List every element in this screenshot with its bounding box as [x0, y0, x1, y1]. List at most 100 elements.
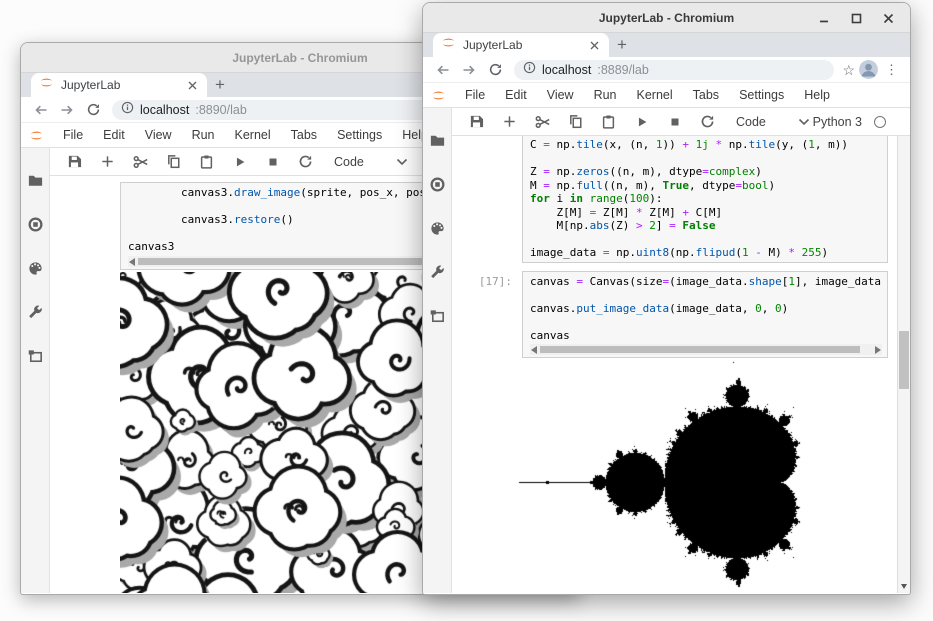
- save-icon[interactable]: [58, 148, 91, 176]
- restart-icon[interactable]: [289, 148, 322, 176]
- menu-settings[interactable]: Settings: [327, 128, 392, 142]
- chevron-down-icon[interactable]: [798, 118, 810, 126]
- menu-edit[interactable]: Edit: [93, 128, 135, 142]
- cut-icon[interactable]: [124, 148, 157, 176]
- code-line: canvas = Canvas(size=(image_data.shape[1…: [530, 275, 882, 289]
- palette-icon[interactable]: [21, 246, 49, 290]
- code-editor[interactable]: C = np.tile(x, (n, 1)) + 1j * np.tile(y,…: [522, 136, 888, 263]
- minimize-icon[interactable]: [812, 7, 836, 29]
- window-title: JupyterLab - Chromium: [599, 11, 734, 25]
- scroll-left-icon[interactable]: [129, 258, 135, 266]
- menu-help[interactable]: Help: [794, 88, 840, 102]
- menu-run[interactable]: Run: [182, 128, 225, 142]
- running-sessions-icon[interactable]: [21, 202, 49, 246]
- url-host: localhost: [140, 103, 189, 117]
- menu-edit[interactable]: Edit: [495, 88, 537, 102]
- window-titlebar[interactable]: JupyterLab - Chromium: [423, 3, 910, 33]
- code-line: Z[M] = Z[M] * Z[M] + C[M]: [530, 206, 882, 220]
- cell-prompt: [17]:: [452, 271, 522, 359]
- paste-icon[interactable]: [190, 148, 223, 176]
- horizontal-scrollbar[interactable]: [530, 344, 882, 355]
- scrollbar-thumb[interactable]: [540, 346, 860, 353]
- close-icon[interactable]: [876, 7, 900, 29]
- wrench-icon[interactable]: [21, 290, 49, 334]
- mandelbrot-canvas: [456, 361, 893, 593]
- activity-bar: [423, 108, 452, 593]
- tab-close-icon[interactable]: [586, 37, 602, 53]
- copy-icon[interactable]: [157, 148, 190, 176]
- scroll-left-icon[interactable]: [531, 346, 537, 354]
- url-path: :8889/lab: [597, 63, 648, 77]
- code-line: [530, 233, 882, 247]
- menu-tabs[interactable]: Tabs: [281, 128, 327, 142]
- vertical-scrollbar[interactable]: [897, 136, 910, 593]
- run-icon[interactable]: [625, 108, 658, 136]
- chromium-window-front[interactable]: JupyterLab - Chromium JupyterLab + local…: [422, 2, 911, 595]
- browser-tab-jupyterlab[interactable]: JupyterLab: [433, 33, 609, 57]
- wrench-icon[interactable]: [423, 250, 451, 294]
- browser-menu-icon[interactable]: ⋮: [882, 63, 901, 76]
- code-editor[interactable]: canvas = Canvas(size=(image_data.shape[1…: [522, 271, 888, 359]
- menu-view[interactable]: View: [135, 128, 182, 142]
- browser-tab-jupyterlab[interactable]: JupyterLab: [31, 73, 207, 97]
- notebook-panel: Code Python 3 C = np.tile(x, (n, 1)) + 1…: [452, 108, 910, 593]
- palette-icon[interactable]: [423, 206, 451, 250]
- url-field[interactable]: localhost:8889/lab: [514, 60, 834, 80]
- info-icon[interactable]: [121, 101, 134, 119]
- folder-icon[interactable]: [423, 118, 451, 162]
- menu-run[interactable]: Run: [584, 88, 627, 102]
- scroll-right-icon[interactable]: [875, 346, 881, 354]
- reload-icon[interactable]: [82, 99, 104, 121]
- cell-type-dropdown[interactable]: Code: [736, 115, 766, 129]
- menu-settings[interactable]: Settings: [729, 88, 794, 102]
- scroll-down-icon: [901, 584, 907, 589]
- new-tab-button[interactable]: +: [609, 33, 635, 57]
- maximize-icon[interactable]: [844, 7, 868, 29]
- profile-avatar[interactable]: [859, 60, 878, 79]
- stop-icon[interactable]: [256, 148, 289, 176]
- folder-icon[interactable]: [21, 158, 49, 202]
- add-cell-icon[interactable]: [493, 108, 526, 136]
- running-sessions-icon[interactable]: [423, 162, 451, 206]
- run-icon[interactable]: [223, 148, 256, 176]
- back-arrow-icon[interactable]: [432, 59, 454, 81]
- open-tabs-icon[interactable]: [21, 334, 49, 378]
- add-cell-icon[interactable]: [91, 148, 124, 176]
- cell-type-dropdown[interactable]: Code: [334, 155, 364, 169]
- menu-kernel[interactable]: Kernel: [225, 128, 281, 142]
- info-icon[interactable]: [523, 61, 536, 79]
- forward-arrow-icon[interactable]: [458, 59, 480, 81]
- code-cell: C = np.tile(x, (n, 1)) + 1j * np.tile(y,…: [452, 136, 888, 263]
- code-line: [530, 288, 882, 302]
- tab-strip: JupyterLab +: [423, 33, 910, 57]
- stop-icon[interactable]: [658, 108, 691, 136]
- reload-icon[interactable]: [484, 59, 506, 81]
- menu-kernel[interactable]: Kernel: [627, 88, 683, 102]
- code-line: image_data = np.uint8(np.flipud(1 - M) *…: [530, 246, 882, 260]
- tab-label: JupyterLab: [61, 78, 178, 92]
- menu-tabs[interactable]: Tabs: [683, 88, 729, 102]
- chevron-down-icon[interactable]: [396, 158, 408, 166]
- cut-icon[interactable]: [526, 108, 559, 136]
- back-arrow-icon[interactable]: [30, 99, 52, 121]
- jupyter-favicon: [38, 74, 55, 96]
- jupyterlab-menubar: FileEditViewRunKernelTabsSettingsHelp: [423, 83, 910, 108]
- tab-close-icon[interactable]: [184, 77, 200, 93]
- menu-file[interactable]: File: [53, 128, 93, 142]
- save-icon[interactable]: [460, 108, 493, 136]
- paste-icon[interactable]: [592, 108, 625, 136]
- kernel-status-icon: [874, 116, 886, 128]
- new-tab-button[interactable]: +: [207, 73, 233, 97]
- menu-file[interactable]: File: [455, 88, 495, 102]
- bookmark-star-icon[interactable]: ☆: [842, 63, 855, 77]
- forward-arrow-icon[interactable]: [56, 99, 78, 121]
- tab-label: JupyterLab: [463, 38, 580, 52]
- menu-view[interactable]: View: [537, 88, 584, 102]
- kernel-name[interactable]: Python 3: [813, 115, 862, 129]
- cell-prompt: [452, 136, 522, 263]
- restart-icon[interactable]: [691, 108, 724, 136]
- open-tabs-icon[interactable]: [423, 294, 451, 338]
- scrollbar-thumb[interactable]: [899, 331, 909, 389]
- copy-icon[interactable]: [559, 108, 592, 136]
- code-line: [530, 152, 882, 166]
